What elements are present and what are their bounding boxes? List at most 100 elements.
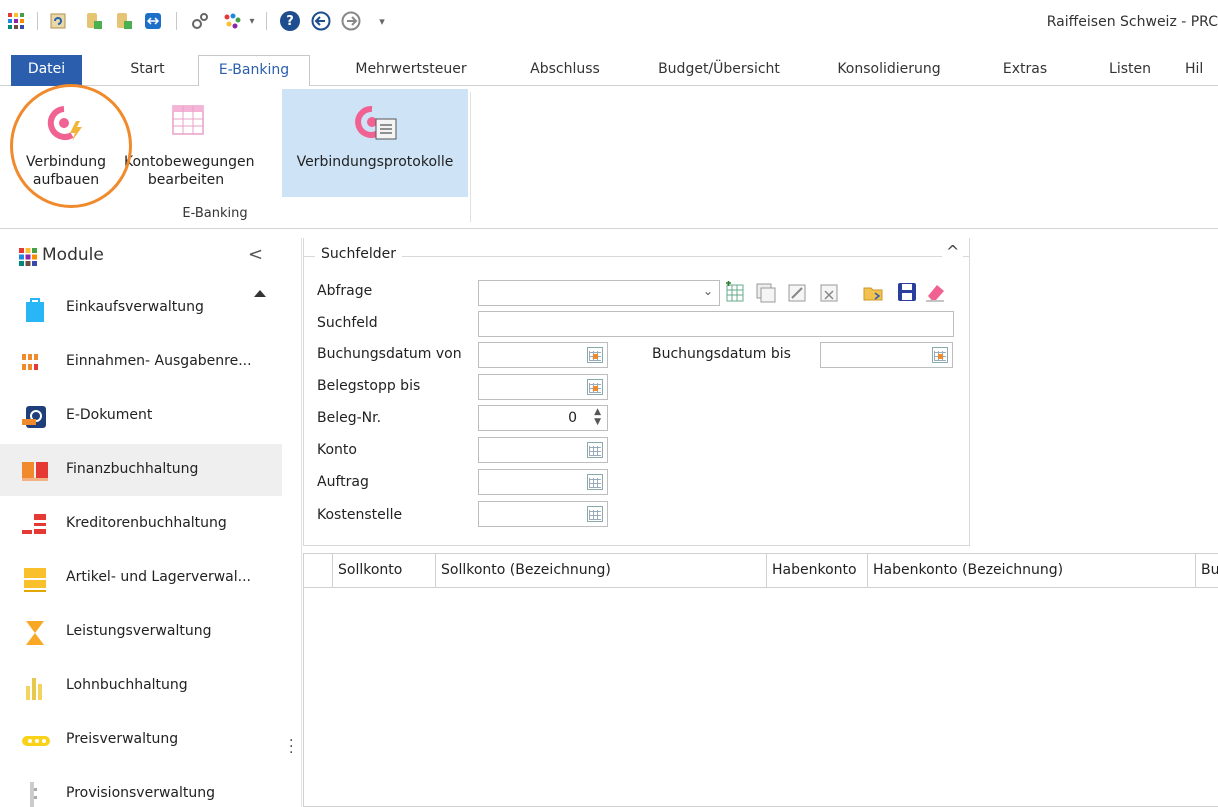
konto-label: Konto	[317, 442, 357, 458]
connection-log-icon	[355, 105, 397, 140]
grid-header: Sollkonto Sollkonto (Bezeichnung) Habenk…	[304, 554, 1218, 588]
color-palette-icon[interactable]	[222, 11, 242, 31]
income-expense-icon	[22, 354, 38, 370]
tab-konsolidierung[interactable]: Konsolidierung	[819, 55, 959, 86]
teamviewer-icon[interactable]	[143, 11, 163, 31]
module-item-e-dokument[interactable]: E-Dokument	[0, 390, 282, 442]
module-label: Preisverwaltung	[66, 731, 179, 747]
column-header-sollkonto[interactable]: Sollkonto	[333, 554, 436, 588]
module-label: Provisionsverwaltung	[66, 785, 215, 801]
lookup-table-icon[interactable]	[587, 442, 603, 458]
tab-extras[interactable]: Extras	[990, 55, 1060, 86]
chevron-down-icon[interactable]: ⌄	[703, 284, 713, 298]
modules-grid-icon[interactable]	[6, 11, 26, 31]
calendar-icon[interactable]	[587, 347, 603, 363]
calendar-icon[interactable]	[587, 379, 603, 395]
creditor-accounting-icon	[22, 514, 46, 534]
tab-budget-uebersicht[interactable]: Budget/Übersicht	[644, 55, 794, 86]
module-item-preisverwaltung[interactable]: Preisverwaltung	[0, 714, 282, 766]
module-item-lohnbuchhaltung[interactable]: Lohnbuchhaltung	[0, 660, 282, 712]
tab-mehrwertsteuer[interactable]: Mehrwertsteuer	[340, 55, 482, 86]
highlight-annotation-ring	[10, 84, 132, 208]
database-import-icon[interactable]	[114, 11, 134, 31]
module-item-provisionsverwaltung[interactable]: Provisionsverwaltung	[0, 768, 282, 807]
help-icon[interactable]: ?	[280, 11, 300, 31]
beleg-nr-label: Beleg-Nr.	[317, 410, 382, 426]
module-label: E-Dokument	[66, 407, 153, 423]
bookings-grid[interactable]: Sollkonto Sollkonto (Bezeichnung) Habenk…	[303, 553, 1218, 807]
open-folder-icon[interactable]	[862, 281, 884, 303]
buchungsdatum-bis-input[interactable]	[820, 342, 953, 368]
auftrag-input[interactable]	[478, 469, 608, 495]
search-legend: Suchfelder	[315, 246, 403, 262]
module-label: Lohnbuchhaltung	[66, 677, 188, 693]
modules-header-icon	[19, 248, 37, 266]
module-item-artikel-lagerverwaltung[interactable]: Artikel- und Lagerverwal...	[0, 552, 282, 604]
connection-protocols-button[interactable]: Verbindungsprotokolle	[282, 89, 468, 197]
module-sidebar: Module < Einkaufsverwaltung Einnahmen- A…	[0, 238, 300, 807]
sidebar-splitter[interactable]	[301, 238, 302, 807]
copy-query-icon[interactable]	[754, 281, 776, 303]
dropdown-arrow-icon[interactable]: ▾	[242, 11, 262, 31]
payroll-icon	[26, 678, 42, 700]
collapse-sidebar-button[interactable]: <	[248, 244, 263, 265]
calendar-icon[interactable]	[932, 347, 948, 363]
add-query-icon[interactable]	[724, 281, 746, 303]
konto-input[interactable]	[478, 437, 608, 463]
collapse-search-button[interactable]: ^	[942, 242, 964, 261]
eraser-icon[interactable]	[924, 281, 946, 303]
module-label: Leistungsverwaltung	[66, 623, 212, 639]
buchungsdatum-von-label: Buchungsdatum von	[317, 346, 462, 362]
table-grid-icon	[172, 105, 204, 135]
kostenstelle-label: Kostenstelle	[317, 507, 403, 523]
database-export-icon[interactable]	[84, 11, 104, 31]
edit-movements-label-line1: Kontobewegungen	[124, 154, 255, 170]
financial-accounting-icon	[22, 462, 48, 481]
buchungsdatum-von-input[interactable]	[478, 342, 608, 368]
customize-arrow-icon[interactable]: ▾	[372, 11, 392, 31]
tab-abschluss[interactable]: Abschluss	[515, 55, 615, 86]
column-header-habenkonto[interactable]: Habenkonto	[767, 554, 868, 588]
back-icon[interactable]	[311, 11, 331, 31]
tab-start[interactable]: Start	[115, 55, 180, 86]
module-label: Artikel- und Lagerverwal...	[66, 569, 251, 585]
splitter-grip-icon[interactable]: · · ·	[289, 734, 293, 760]
refresh-icon[interactable]	[48, 11, 68, 31]
protocols-label: Verbindungsprotokolle	[296, 154, 454, 170]
column-header-sollkonto-bezeichnung[interactable]: Sollkonto (Bezeichnung)	[436, 554, 767, 588]
beleg-nr-spinner[interactable]: 0 ▲ ▼	[478, 405, 608, 431]
delete-query-icon[interactable]	[818, 281, 840, 303]
edit-query-icon[interactable]	[786, 281, 808, 303]
edit-movements-label-line2: bearbeiten	[147, 172, 225, 188]
spinner-arrows-icon[interactable]: ▲ ▼	[594, 407, 601, 427]
module-title: Module	[42, 245, 104, 265]
kostenstelle-input[interactable]	[478, 501, 608, 527]
settings-gears-icon[interactable]	[190, 11, 210, 31]
belegstopp-bis-input[interactable]	[478, 374, 608, 400]
module-label: Einkaufsverwaltung	[66, 299, 204, 315]
module-item-einnahmen-ausgabenrechnung[interactable]: Einnahmen- Ausgabenre...	[0, 336, 282, 388]
edit-movements-button[interactable]: Kontobewegungen bearbeiten	[124, 89, 255, 197]
tab-hilfe[interactable]: Hil	[1185, 55, 1218, 86]
lookup-table-icon[interactable]	[587, 474, 603, 490]
tab-listen[interactable]: Listen	[1100, 55, 1160, 86]
column-header-buchungstext[interactable]: Bu	[1196, 554, 1218, 588]
module-item-kreditorenbuchhaltung[interactable]: Kreditorenbuchhaltung	[0, 498, 282, 550]
app-title: Raiffeisen Schweiz - PRC	[1046, 14, 1218, 30]
forward-icon[interactable]	[341, 11, 361, 31]
sidebar-scroll-up-icon[interactable]	[254, 290, 266, 297]
hourglass-icon	[26, 621, 44, 645]
ribbon-tabs: Datei Start E-Banking Mehrwertsteuer Abs…	[0, 55, 1218, 87]
module-item-einkaufsverwaltung[interactable]: Einkaufsverwaltung	[0, 282, 282, 334]
grid-header-indicator[interactable]	[304, 554, 333, 588]
column-header-habenkonto-bezeichnung[interactable]: Habenkonto (Bezeichnung)	[868, 554, 1196, 588]
module-item-finanzbuchhaltung[interactable]: Finanzbuchhaltung	[0, 444, 282, 496]
lookup-table-icon[interactable]	[587, 506, 603, 522]
tab-datei[interactable]: Datei	[11, 55, 82, 86]
warehouse-icon	[24, 568, 46, 592]
abfrage-select[interactable]: ⌄	[478, 280, 720, 306]
tab-e-banking[interactable]: E-Banking	[198, 55, 310, 87]
save-icon[interactable]	[896, 281, 918, 303]
module-item-leistungsverwaltung[interactable]: Leistungsverwaltung	[0, 606, 282, 658]
suchfeld-input[interactable]	[478, 311, 954, 337]
